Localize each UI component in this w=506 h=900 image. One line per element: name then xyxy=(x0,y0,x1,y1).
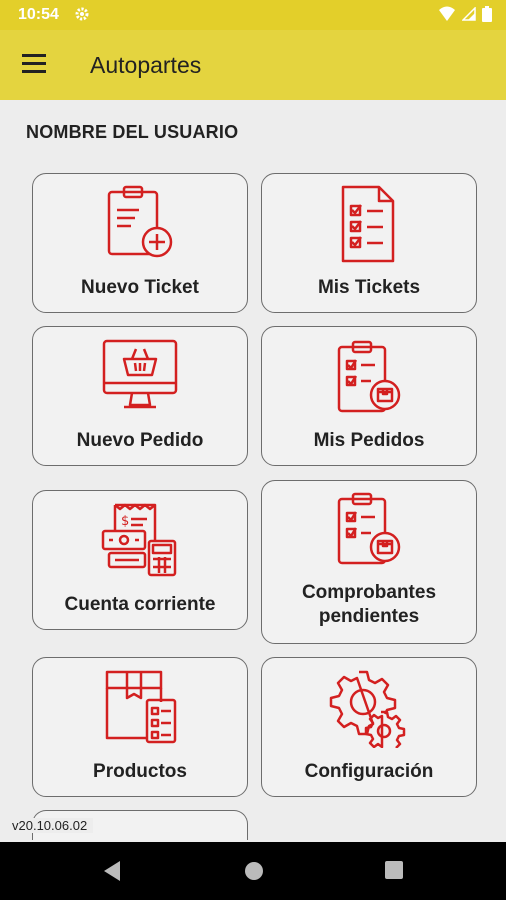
checklist-icon xyxy=(341,185,395,263)
mis-pedidos-label: Mis Pedidos xyxy=(313,430,425,451)
mis-tickets-label: Mis Tickets xyxy=(317,277,421,298)
app-version: v20.10.06.02 xyxy=(12,818,94,833)
box-checklist-icon xyxy=(105,670,177,744)
app-bar: Autopartes xyxy=(0,30,506,100)
status-time: 10:54 xyxy=(18,6,59,23)
navigation-bar xyxy=(0,842,506,900)
home-icon[interactable] xyxy=(243,860,265,882)
productos-button[interactable]: Productos xyxy=(32,657,248,797)
nuevo-pedido-button[interactable]: Nuevo Pedido xyxy=(32,326,248,466)
nuevo-ticket-button[interactable]: Nuevo Ticket xyxy=(32,173,248,313)
hamburger-menu-icon[interactable] xyxy=(22,54,48,76)
status-bar: 10:54 xyxy=(0,0,506,30)
mis-pedidos-button[interactable]: Mis Pedidos xyxy=(261,326,477,466)
productos-label: Productos xyxy=(93,761,187,782)
configuracion-button[interactable]: Configuración xyxy=(261,657,477,797)
clipboard-box-icon xyxy=(337,340,401,413)
wifi-icon xyxy=(439,6,455,21)
recents-icon[interactable] xyxy=(384,860,404,880)
settings-status-icon xyxy=(74,6,90,27)
user-name: NOMBRE DEL USUARIO xyxy=(26,122,239,142)
cuenta-corriente-label: Cuenta corriente xyxy=(64,594,216,615)
clipboard-plus-icon xyxy=(107,185,173,258)
cuenta-corriente-button[interactable]: $ Cuenta corriente xyxy=(32,490,248,630)
receipt-calculator-icon: $ xyxy=(101,503,177,577)
signal-icon xyxy=(462,7,476,21)
mis-tickets-button[interactable]: Mis Tickets xyxy=(261,173,477,313)
nuevo-pedido-label: Nuevo Pedido xyxy=(76,430,204,451)
clipboard-box-icon xyxy=(337,492,401,565)
system-icons xyxy=(438,6,492,22)
configuracion-label: Configuración xyxy=(304,761,434,782)
monitor-basket-icon xyxy=(102,339,178,409)
comprobantes-pendientes-button[interactable]: Comprobantes pendientes xyxy=(261,480,477,644)
comprobantes-pendientes-label: Comprobantes pendientes xyxy=(301,582,437,627)
battery-icon xyxy=(482,6,492,22)
svg-text:$: $ xyxy=(121,514,129,529)
nuevo-ticket-label: Nuevo Ticket xyxy=(81,277,199,298)
app-title: Autopartes xyxy=(90,52,202,78)
back-icon[interactable] xyxy=(102,860,122,882)
gears-icon xyxy=(329,670,406,748)
